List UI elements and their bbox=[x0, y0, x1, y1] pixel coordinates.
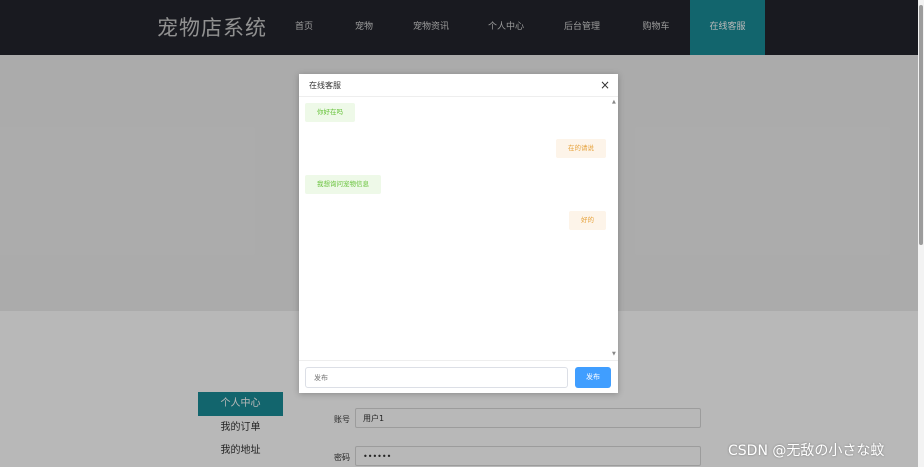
csdn-watermark: CSDN @无敌の小さな蚊 bbox=[728, 443, 885, 459]
scroll-up-arrow-icon[interactable]: ▲ bbox=[612, 99, 616, 105]
page-scrollbar-thumb[interactable] bbox=[919, 5, 923, 245]
dialog-title: 在线客服 bbox=[309, 81, 341, 90]
close-icon[interactable]: × bbox=[599, 78, 611, 92]
chat-message-right: 在的请说 bbox=[556, 139, 606, 158]
dialog-header: 在线客服 × bbox=[299, 74, 618, 97]
chat-message-left: 你好在吗 bbox=[305, 103, 355, 122]
send-button[interactable]: 发布 bbox=[575, 367, 611, 388]
online-service-dialog: 在线客服 × 你好在吗 在的请说 我想询问宠物信息 好的 ▲ ▼ 发布 bbox=[299, 74, 618, 393]
message-input[interactable] bbox=[305, 367, 568, 388]
scroll-down-arrow-icon[interactable]: ▼ bbox=[612, 351, 616, 357]
chat-message-list[interactable]: 你好在吗 在的请说 我想询问宠物信息 好的 ▲ ▼ bbox=[299, 97, 618, 359]
chat-message-right: 好的 bbox=[569, 211, 606, 230]
dialog-footer: 发布 bbox=[299, 360, 618, 394]
chat-message-left: 我想询问宠物信息 bbox=[305, 175, 381, 194]
